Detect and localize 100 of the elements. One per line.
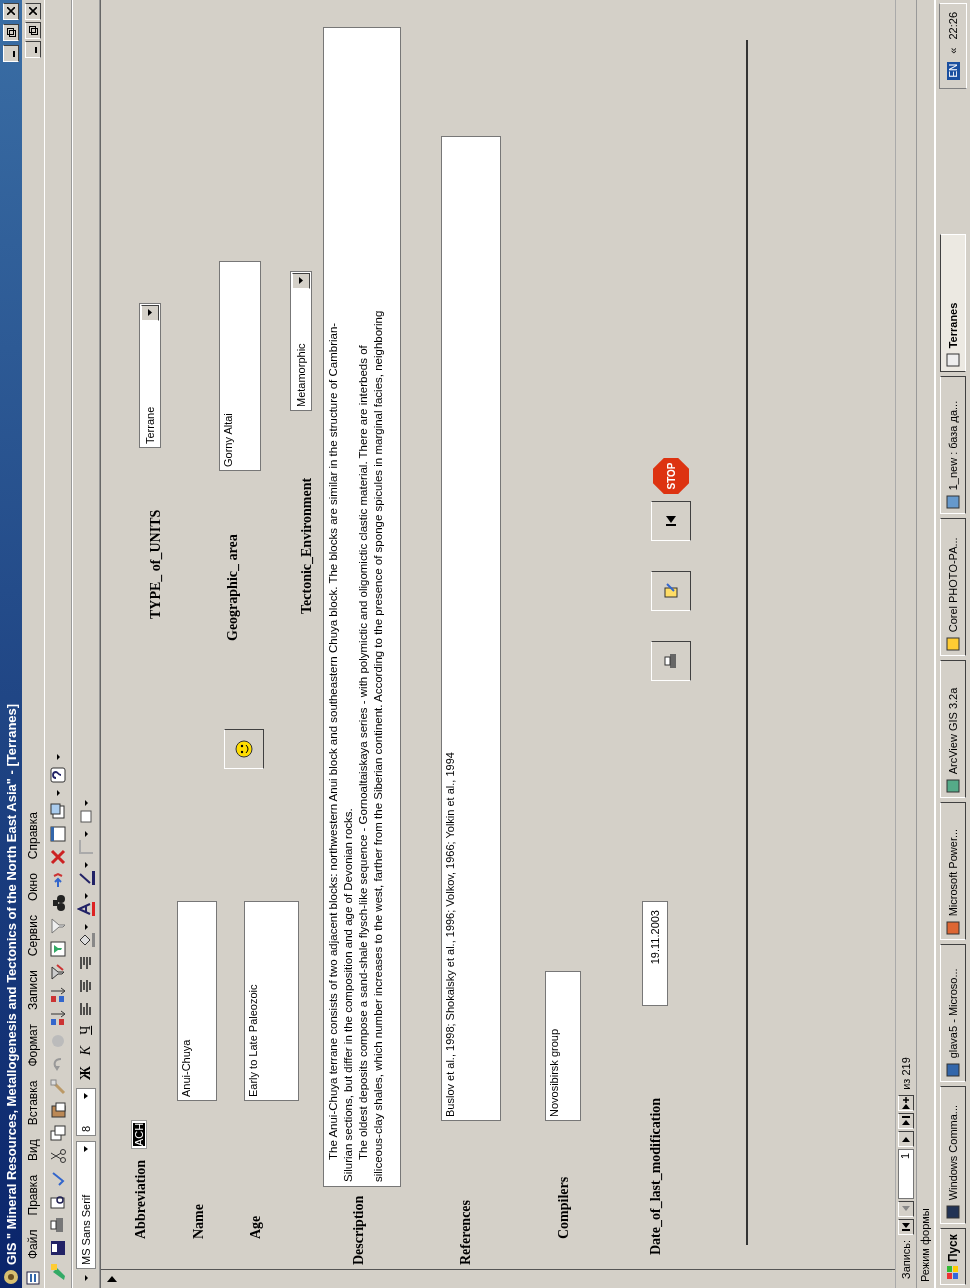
menu-item[interactable]: Справка: [24, 806, 42, 866]
database-window-icon[interactable]: [49, 825, 67, 843]
close-button[interactable]: [3, 3, 19, 20]
border-width-icon[interactable]: [77, 829, 95, 856]
abbreviation-field[interactable]: ACH: [131, 1119, 147, 1149]
print-preview-icon[interactable]: [49, 1193, 67, 1211]
next-record-button[interactable]: [898, 1130, 914, 1147]
menu-item[interactable]: Правка: [24, 1168, 42, 1222]
field-label: Name: [191, 1204, 207, 1239]
font-color-icon[interactable]: [77, 891, 95, 918]
taskbar-button[interactable]: glava5 - Microso...: [940, 944, 966, 1083]
filter-form-icon[interactable]: [49, 940, 67, 958]
taskbar-button[interactable]: 1_new : база да...: [940, 376, 966, 515]
menu-item[interactable]: Файл: [24, 1223, 42, 1265]
first-record-icon: [664, 514, 678, 528]
paste-icon[interactable]: [49, 1101, 67, 1119]
minimize-button[interactable]: [25, 41, 41, 58]
record-number-field[interactable]: 1: [898, 1148, 914, 1199]
age-field[interactable]: Early to Late Paleozoic: [244, 901, 299, 1101]
text-style-button[interactable]: Ж: [78, 1063, 94, 1083]
taskbar-button[interactable]: Windows Comma...: [940, 1086, 966, 1225]
caret-icon: [82, 1092, 90, 1100]
taskbar-button[interactable]: Corel PHOTO-PA...: [940, 518, 966, 657]
references-field[interactable]: Buslov et al., 1998; Shokalsky et al., 1996; Volkov, 1966; Yolkin et al., 1994: [441, 136, 501, 1121]
stop-button[interactable]: STOP: [651, 456, 691, 496]
restore-button[interactable]: [25, 22, 41, 39]
menu-item[interactable]: Сервис: [24, 909, 42, 963]
start-button[interactable]: Пуск: [940, 1228, 966, 1285]
line-color-icon[interactable]: [77, 860, 95, 887]
app-icon: [946, 921, 960, 936]
menu-item[interactable]: Окно: [24, 867, 42, 908]
smiley-button[interactable]: [224, 729, 264, 769]
menu-item[interactable]: Вид: [24, 1133, 42, 1167]
first-record-button[interactable]: [651, 501, 691, 541]
close-icon: [29, 7, 37, 16]
app-icon: [946, 353, 960, 368]
edit-icon: [662, 582, 680, 600]
maximize-button[interactable]: [3, 24, 19, 41]
tectonic-environment-dropdown[interactable]: Metamorphic: [290, 271, 312, 411]
filter-icon[interactable]: [49, 917, 67, 935]
last-record-button[interactable]: [898, 1112, 914, 1129]
save-icon[interactable]: [49, 1239, 67, 1257]
previous-record-button[interactable]: [898, 1200, 914, 1217]
filter-selection-icon[interactable]: [49, 963, 67, 981]
smiley-icon: [235, 740, 253, 758]
new-object-icon[interactable]: [49, 802, 67, 820]
compilers-field[interactable]: Novosibirsk group: [545, 971, 581, 1121]
field-label: Description: [351, 1195, 367, 1265]
taskbar-button[interactable]: ArcView GIS 3.2a: [940, 660, 966, 799]
menu-item[interactable]: Вставка: [24, 1074, 42, 1132]
restore-icon: [28, 26, 38, 35]
field-label: TYPE_ of_UNITS: [148, 509, 164, 619]
help-icon[interactable]: [49, 766, 67, 784]
field-label: Date_of_last_modification: [648, 1097, 664, 1255]
current-record-icon: [107, 1275, 117, 1283]
font-name-dropdown[interactable]: MS Sans Serif: [76, 1141, 96, 1269]
sort-descending-icon[interactable]: [49, 986, 67, 1004]
menu-item[interactable]: Записи: [24, 964, 42, 1016]
close-button[interactable]: [25, 3, 41, 20]
field-label: Abbreviation: [133, 1159, 149, 1239]
clock: 22:26: [947, 12, 959, 40]
type-of-units-dropdown[interactable]: Terrane: [139, 303, 161, 448]
copy-icon[interactable]: [49, 1124, 67, 1142]
window-title: GIS " Mineral Resources, Metallogenesis and Tectonics of the North East Asia" - [Terranes]: [3, 703, 19, 1265]
new-record-button[interactable]: [898, 1094, 914, 1111]
text-style-button[interactable]: К: [78, 1042, 94, 1059]
app-icon: [946, 779, 960, 794]
sort-ascending-icon[interactable]: [49, 1009, 67, 1027]
app-icon: [946, 1205, 960, 1220]
geographic-area-field[interactable]: Gorny Altai: [219, 261, 261, 471]
language-indicator[interactable]: EN: [946, 61, 960, 80]
special-effect-icon[interactable]: [77, 798, 95, 825]
form-icon: [26, 1271, 40, 1285]
delete-record-icon[interactable]: [49, 848, 67, 866]
font-size-dropdown[interactable]: 8: [76, 1088, 96, 1136]
minimize-button[interactable]: [3, 45, 19, 62]
first-record-icon: [902, 1222, 910, 1232]
cut-icon[interactable]: [49, 1147, 67, 1165]
field-label: References: [458, 1199, 474, 1265]
text-style-button[interactable]: Ч: [78, 1022, 94, 1038]
date-field[interactable]: 19.11.2003: [642, 901, 668, 1006]
taskbar-button[interactable]: Microsoft Power...: [940, 802, 966, 941]
next-icon: [902, 1135, 910, 1142]
tray-expand-button[interactable]: «: [947, 47, 959, 54]
app-icon: [946, 495, 960, 510]
caret-icon: [82, 1145, 90, 1153]
app-icon: [946, 637, 960, 652]
menu-item[interactable]: Формат: [24, 1017, 42, 1073]
taskbar-button[interactable]: Terranes: [940, 234, 966, 373]
app-icon: [3, 1269, 19, 1285]
record-label: Запись:: [900, 1239, 912, 1279]
name-field[interactable]: Anui-Chuya: [177, 901, 217, 1101]
record-count: из 219: [900, 1057, 912, 1090]
print-button[interactable]: [651, 641, 691, 681]
edit-button[interactable]: [651, 571, 691, 611]
field-label: Age: [248, 1215, 264, 1239]
first-record-button[interactable]: [898, 1218, 914, 1235]
new-record-icon: [902, 1096, 910, 1109]
fill-color-icon[interactable]: [77, 922, 95, 949]
description-field[interactable]: The Anui-Chuya terrane consists of two adjacent blocks: northwestern Anui block and southeastern Chuya block. The blocks are similar in the structure of Cambrian- Silurian sections, but differ in the composition and age of Devonian rocks. The oldest deposits compose a sand-shale flysch-like sequence - Gornoaltaiskaya series - with polymictic and oligomictic clastic material. There are interbeds of siliceous-clay shales, which number increases to the west, farther from the Siberian continent. According to the presence of sponge spicules in marginal facies, neighboring: [323, 27, 401, 1187]
